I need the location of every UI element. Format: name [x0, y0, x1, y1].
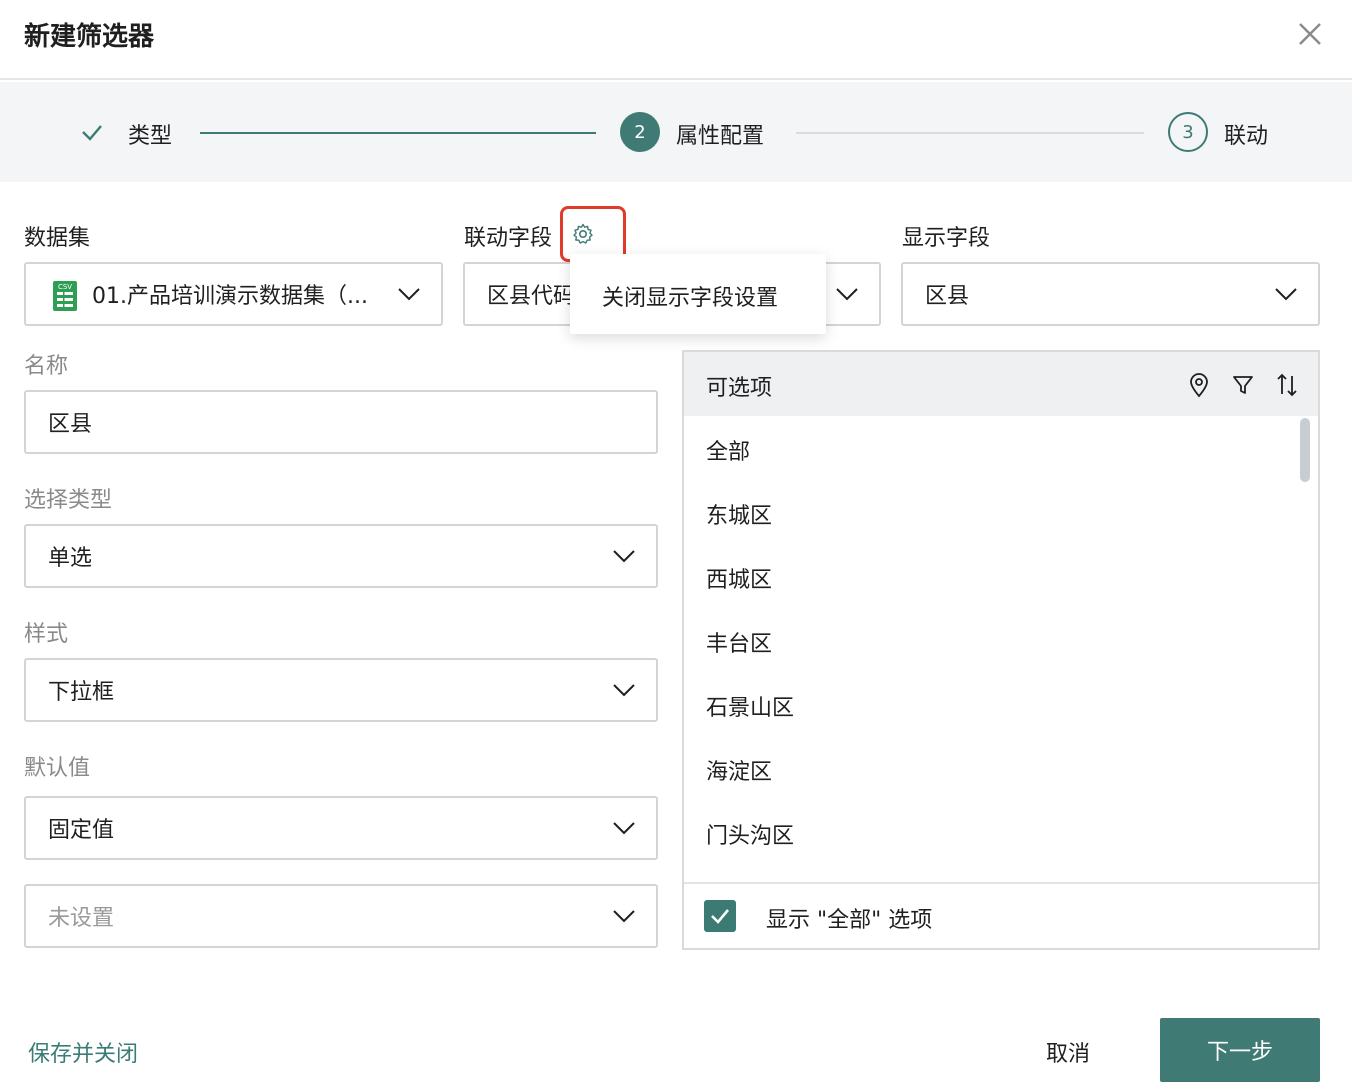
chevron-down-icon [613, 684, 635, 697]
chevron-down-icon [398, 288, 420, 301]
display-field-select[interactable]: 区县 [901, 262, 1320, 326]
check-icon [82, 125, 102, 141]
chevron-down-icon [836, 288, 858, 301]
option-item[interactable]: 全部 [706, 434, 750, 466]
display-field-value: 区县 [925, 284, 970, 309]
options-panel: 可选项 全部 东城区 西城区 丰台区 石景山区 海淀区 门头沟区 显示 "全部"… [682, 350, 1320, 950]
select-type-select[interactable]: 单选 [24, 524, 658, 588]
step-3-circle: 3 [1168, 112, 1208, 152]
scrollbar[interactable] [1300, 418, 1310, 482]
step-2-circle: 2 [620, 112, 660, 152]
default-value-value: 固定值 [48, 818, 115, 843]
close-icon[interactable] [1296, 20, 1324, 48]
show-all-checkbox[interactable] [704, 900, 736, 932]
show-all-label: 显示 "全部" 选项 [766, 908, 933, 933]
save-and-close-link[interactable]: 保存并关闭 [28, 1036, 138, 1068]
default-value-label: 默认值 [24, 756, 91, 781]
popup-menu: 关闭显示字段设置 [570, 254, 826, 334]
name-label: 名称 [24, 354, 69, 379]
step-type-label: 类型 [128, 124, 173, 149]
style-value: 下拉框 [48, 680, 115, 705]
chevron-down-icon [613, 910, 635, 923]
dataset-select[interactable]: CSV 01.产品培训演示数据集（... [24, 262, 443, 326]
close-display-field-setting[interactable]: 关闭显示字段设置 [602, 280, 778, 312]
select-type-value: 单选 [48, 546, 93, 571]
chevron-down-icon [1275, 288, 1297, 301]
step-connector [200, 132, 596, 134]
csv-file-icon: CSV [53, 281, 77, 311]
checkmark-icon [711, 909, 729, 924]
default-setting-placeholder: 未设置 [48, 906, 115, 931]
link-field-value: 区县代码 [487, 284, 576, 309]
chevron-down-icon [613, 822, 635, 835]
next-button-label: 下一步 [1206, 1040, 1273, 1065]
dataset-label: 数据集 [24, 226, 91, 251]
filter-icon[interactable] [1231, 373, 1255, 397]
step-connector [796, 132, 1144, 134]
style-label: 样式 [24, 622, 69, 647]
options-header: 可选项 [684, 352, 1318, 416]
dialog-header: 新建筛选器 [0, 0, 1352, 80]
link-field-label: 联动字段 [464, 226, 553, 251]
next-button[interactable]: 下一步 [1160, 1018, 1320, 1082]
cancel-button[interactable]: 取消 [1046, 1036, 1090, 1068]
stepper: 类型 2 属性配置 3 联动 [0, 82, 1352, 182]
select-type-label: 选择类型 [24, 488, 113, 513]
gear-icon[interactable] [571, 222, 595, 246]
style-select[interactable]: 下拉框 [24, 658, 658, 722]
location-pin-icon[interactable] [1187, 372, 1211, 398]
option-item[interactable]: 门头沟区 [706, 818, 794, 850]
name-input[interactable]: 区县 [24, 390, 658, 454]
sort-icon[interactable] [1275, 372, 1299, 398]
dataset-value: 01.产品培训演示数据集（... [92, 284, 368, 309]
svg-text:CSV: CSV [58, 283, 72, 291]
option-item[interactable]: 石景山区 [706, 690, 794, 722]
name-value: 区县 [48, 412, 93, 437]
chevron-down-icon [613, 550, 635, 563]
option-item[interactable]: 东城区 [706, 498, 772, 530]
default-setting-select[interactable]: 未设置 [24, 884, 658, 948]
default-value-select[interactable]: 固定值 [24, 796, 658, 860]
option-item[interactable]: 海淀区 [706, 754, 772, 786]
option-item[interactable]: 丰台区 [706, 626, 772, 658]
step-attr-label: 属性配置 [676, 124, 765, 149]
dialog-title: 新建筛选器 [24, 22, 155, 52]
options-title: 可选项 [706, 376, 773, 401]
option-item[interactable]: 西城区 [706, 562, 772, 594]
step-link-label: 联动 [1224, 124, 1269, 149]
display-field-label: 显示字段 [902, 226, 991, 251]
options-footer: 显示 "全部" 选项 [684, 882, 1318, 948]
